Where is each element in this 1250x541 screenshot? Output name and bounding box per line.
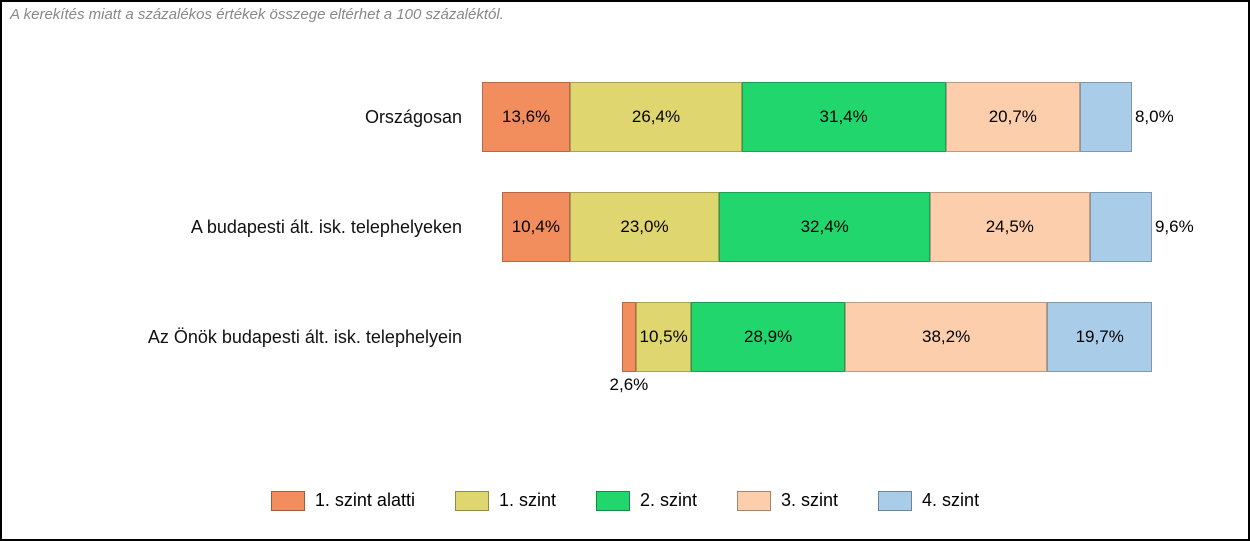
- bar-segment: 2,6%: [622, 302, 636, 372]
- stacked-bar: 13,6% 26,4% 31,4% 20,7% 8,0%: [482, 82, 1132, 152]
- bar-track: 13,6% 26,4% 31,4% 20,7% 8,0%: [482, 82, 1188, 152]
- legend-item: 3. szint: [737, 490, 838, 511]
- bar-segment: 26,4%: [570, 82, 741, 152]
- segment-value-label: 24,5%: [986, 217, 1034, 237]
- segment-value-label: 8,0%: [1135, 107, 1174, 127]
- bar-segment: 38,2%: [845, 302, 1048, 372]
- legend-item: 1. szint alatti: [271, 490, 415, 511]
- bar-segment: 13,6%: [482, 82, 570, 152]
- legend-swatch: [271, 491, 305, 511]
- segment-value-label: 9,6%: [1155, 217, 1194, 237]
- bar-segment: 8,0%: [1080, 82, 1132, 152]
- bar-segment: 28,9%: [691, 302, 844, 372]
- bar-segment: 31,4%: [742, 82, 946, 152]
- legend-swatch: [596, 491, 630, 511]
- bar-segment: 24,5%: [930, 192, 1089, 262]
- bar-track: 10,4% 23,0% 32,4% 24,5% 9,6%: [482, 192, 1188, 262]
- segment-value-label: 32,4%: [801, 217, 849, 237]
- chart-frame: A kerekítés miatt a százalékos értékek ö…: [0, 0, 1250, 541]
- legend-item: 4. szint: [878, 490, 979, 511]
- segment-value-label: 28,9%: [744, 327, 792, 347]
- rounding-note: A kerekítés miatt a százalékos értékek ö…: [10, 6, 504, 23]
- segment-value-label: 19,7%: [1076, 327, 1124, 347]
- category-label: Az Önök budapesti ált. isk. telephelyein: [62, 327, 482, 348]
- bar-segment: 9,6%: [1090, 192, 1152, 262]
- segment-value-label: 2,6%: [610, 375, 649, 395]
- segment-value-label: 20,7%: [989, 107, 1037, 127]
- segment-value-label: 26,4%: [632, 107, 680, 127]
- bar-segment: 19,7%: [1047, 302, 1152, 372]
- legend: 1. szint alatti 1. szint 2. szint 3. szint 4…: [2, 490, 1248, 511]
- segment-value-label: 31,4%: [820, 107, 868, 127]
- legend-swatch: [878, 491, 912, 511]
- legend-label: 4. szint: [922, 490, 979, 511]
- segment-value-label: 10,5%: [640, 327, 688, 347]
- legend-item: 2. szint: [596, 490, 697, 511]
- bar-segment: 23,0%: [570, 192, 720, 262]
- legend-label: 2. szint: [640, 490, 697, 511]
- stacked-bar: 10,4% 23,0% 32,4% 24,5% 9,6%: [502, 192, 1152, 262]
- legend-swatch: [737, 491, 771, 511]
- category-label: Országosan: [62, 107, 482, 128]
- chart-row: A budapesti ált. isk. telephelyeken 10,4%…: [62, 192, 1188, 262]
- bar-segment: 32,4%: [719, 192, 930, 262]
- chart-row: Az Önök budapesti ált. isk. telephelyein…: [62, 302, 1188, 372]
- legend-swatch: [455, 491, 489, 511]
- stacked-bar: 2,6% 10,5% 28,9% 38,2% 19,7%: [622, 302, 1152, 372]
- category-label: A budapesti ált. isk. telephelyeken: [62, 217, 482, 238]
- segment-value-label: 10,4%: [512, 217, 560, 237]
- chart-row: Országosan 13,6% 26,4% 31,4% 20,7% 8,0%: [62, 82, 1188, 152]
- bar-segment: 10,5%: [636, 302, 692, 372]
- segment-value-label: 23,0%: [620, 217, 668, 237]
- plot-area: Országosan 13,6% 26,4% 31,4% 20,7% 8,0% A buda…: [62, 82, 1188, 429]
- legend-label: 1. szint: [499, 490, 556, 511]
- segment-value-label: 13,6%: [502, 107, 550, 127]
- legend-label: 1. szint alatti: [315, 490, 415, 511]
- legend-label: 3. szint: [781, 490, 838, 511]
- bar-track: 2,6% 10,5% 28,9% 38,2% 19,7%: [482, 302, 1188, 372]
- bar-segment: 20,7%: [946, 82, 1080, 152]
- bar-segment: 10,4%: [502, 192, 570, 262]
- segment-value-label: 38,2%: [922, 327, 970, 347]
- legend-item: 1. szint: [455, 490, 556, 511]
